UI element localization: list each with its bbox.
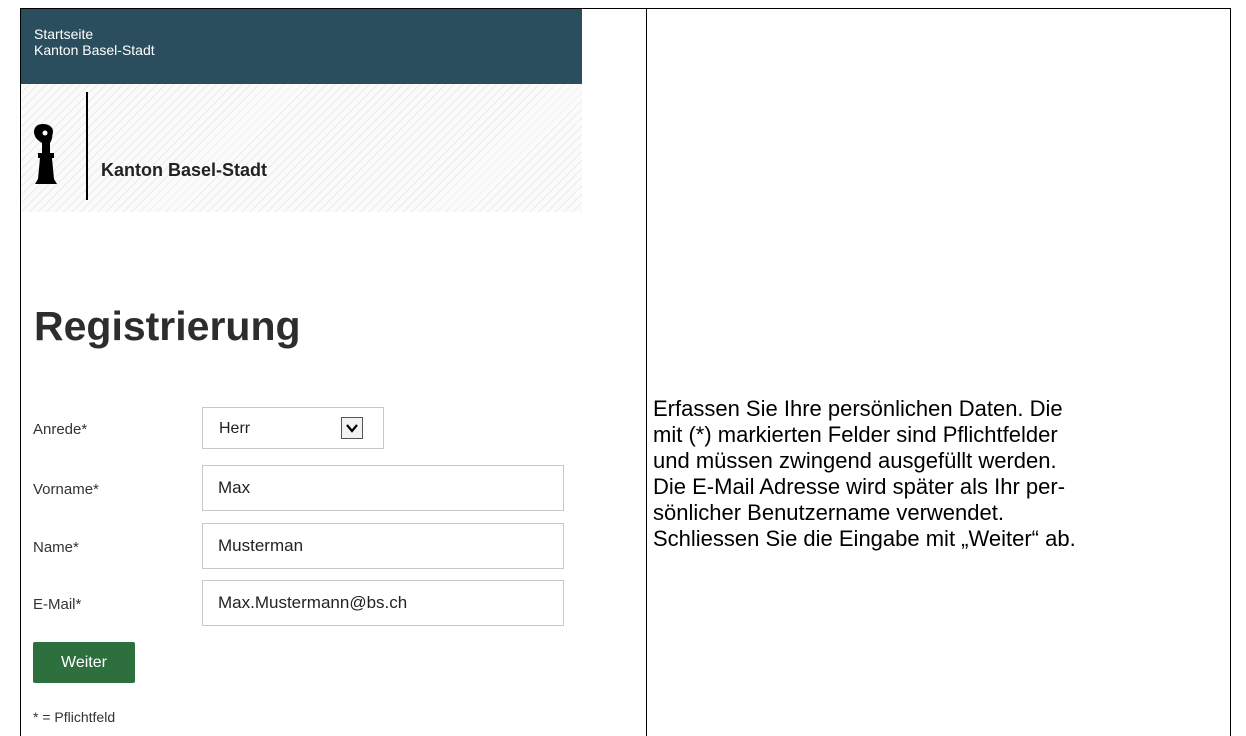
logo-divider bbox=[86, 92, 88, 200]
salutation-label: Anrede* bbox=[33, 421, 88, 438]
email-field[interactable] bbox=[202, 580, 564, 626]
instructions-line: und müssen zwingend ausgefüllt werden. bbox=[653, 448, 1057, 473]
last-name-field[interactable] bbox=[202, 523, 564, 569]
basel-staff-icon[interactable] bbox=[32, 123, 58, 185]
site-name-link[interactable]: Kanton Basel-Stadt bbox=[34, 42, 582, 58]
instructions-line: mit (*) markierten Felder sind Pflichtfe… bbox=[653, 422, 1058, 447]
first-name-label: Vorname* bbox=[33, 481, 99, 498]
weiter-button[interactable]: Weiter bbox=[33, 642, 135, 683]
column-divider bbox=[646, 8, 647, 736]
required-field-note: * = Pflichtfeld bbox=[33, 709, 116, 725]
page-title: Registrierung bbox=[34, 303, 301, 349]
last-name-label: Name* bbox=[33, 539, 79, 556]
email-label: E-Mail* bbox=[33, 596, 82, 613]
top-bar: Startseite Kanton Basel-Stadt bbox=[21, 9, 582, 84]
instructions-text: Erfassen Sie Ihre persönlichen Daten. Di… bbox=[653, 396, 1228, 552]
salutation-select[interactable]: Herr bbox=[202, 407, 384, 449]
salutation-selected-value: Herr bbox=[219, 420, 251, 437]
instructions-line: Erfassen Sie Ihre persönlichen Daten. Di… bbox=[653, 396, 1063, 421]
chevron-down-icon[interactable] bbox=[341, 417, 363, 439]
instructions-line: Schliessen Sie die Eingabe mit „Weiter“ … bbox=[653, 526, 1076, 551]
home-link[interactable]: Startseite bbox=[34, 26, 582, 42]
header-band bbox=[21, 84, 582, 212]
instructions-line: sönlicher Benutzername verwendet. bbox=[653, 500, 1004, 525]
logo-text[interactable]: Kanton Basel-Stadt bbox=[101, 160, 267, 181]
first-name-field[interactable] bbox=[202, 465, 564, 511]
instructions-line: Die E-Mail Adresse wird später als Ihr p… bbox=[653, 474, 1066, 499]
